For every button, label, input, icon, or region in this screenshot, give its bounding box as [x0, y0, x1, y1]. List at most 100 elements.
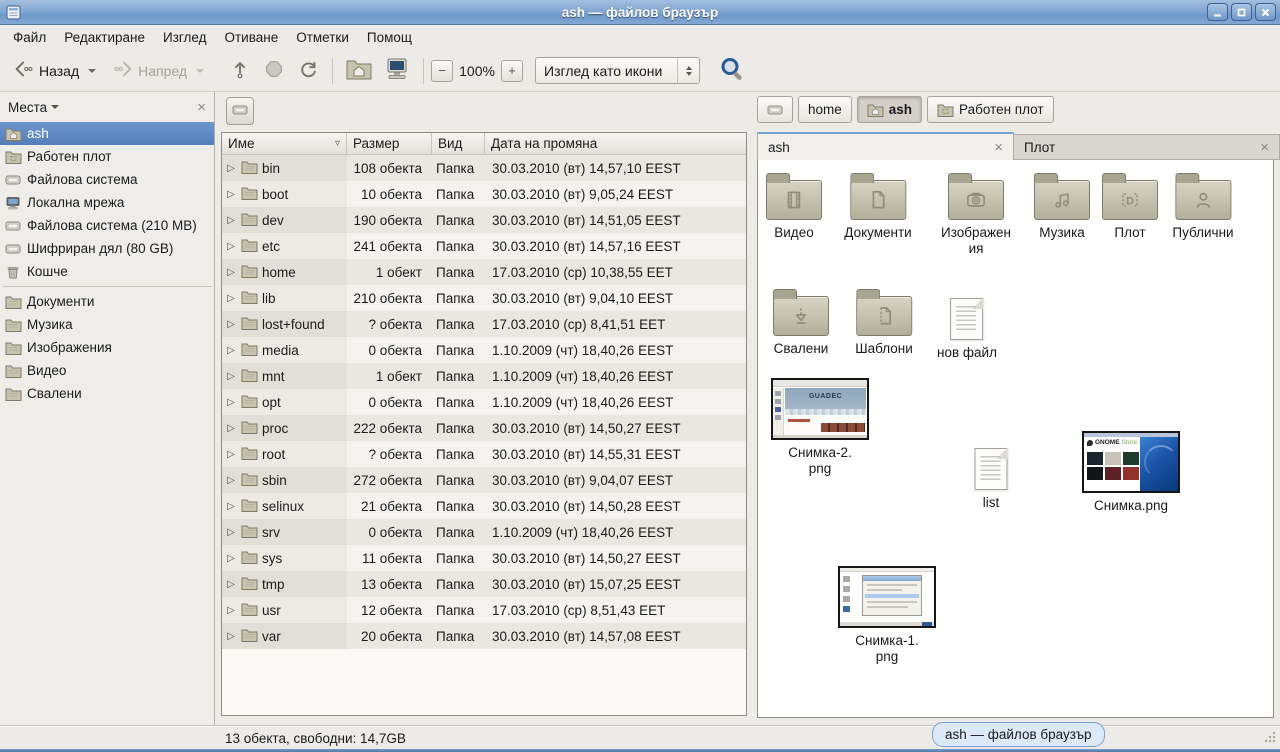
expander-icon[interactable]: ▷ [225, 293, 237, 304]
expander-icon[interactable]: ▷ [225, 189, 237, 200]
icon-item-music[interactable]: Музика [1034, 172, 1090, 241]
expander-icon[interactable]: ▷ [225, 527, 237, 538]
icon-item-new-file[interactable]: нов файл [937, 292, 997, 361]
tree-row-home[interactable]: ▷home1 обектПапка17.03.2010 (ср) 10,38,5… [222, 259, 746, 285]
sidebar-selector-arrow-icon[interactable] [51, 105, 59, 109]
expander-icon[interactable]: ▷ [225, 475, 237, 486]
tab-plot[interactable]: Плот × [1014, 134, 1280, 160]
expander-icon[interactable]: ▷ [225, 553, 237, 564]
tree-row-mnt[interactable]: ▷mnt1 обектПапка1.10.2009 (чт) 18,40,26 … [222, 363, 746, 389]
expander-icon[interactable]: ▷ [225, 345, 237, 356]
tab-ash[interactable]: ash × [757, 132, 1014, 160]
home-button[interactable] [340, 54, 378, 87]
expander-icon[interactable]: ▷ [225, 423, 237, 434]
column-header-type[interactable]: Вид [432, 133, 485, 155]
sidebar-item-documents[interactable]: Документи [0, 290, 214, 313]
icon-item-video[interactable]: Видео [766, 172, 822, 241]
path-button-desktop[interactable]: Работен плот [927, 96, 1054, 123]
tree-row-var[interactable]: ▷var20 обектаПапка30.03.2010 (вт) 14,57,… [222, 623, 746, 649]
icon-item-pictures[interactable]: Изображения [941, 172, 1011, 257]
tree-row-dev[interactable]: ▷dev190 обектаПапка30.03.2010 (вт) 14,51… [222, 207, 746, 233]
tree-row-sbin[interactable]: ▷sbin272 обектаПапка30.03.2010 (вт) 9,04… [222, 467, 746, 493]
expander-icon[interactable]: ▷ [225, 319, 237, 330]
path-button-ash[interactable]: ash [857, 96, 922, 123]
icon-item-public[interactable]: Публични [1172, 172, 1233, 241]
tree-row-boot[interactable]: ▷boot10 обектаПапка30.03.2010 (вт) 9,05,… [222, 181, 746, 207]
pane-location-button[interactable] [226, 97, 254, 125]
reload-button[interactable] [291, 54, 325, 87]
sidebar-item-encrypted-80[interactable]: Шифриран дял (80 GB) [0, 237, 214, 260]
forward-button[interactable]: Напред [107, 54, 209, 87]
expander-icon[interactable]: ▷ [225, 163, 237, 174]
stop-button[interactable] [257, 54, 291, 87]
expander-icon[interactable]: ▷ [225, 397, 237, 408]
icon-item-documents[interactable]: Документи [844, 172, 911, 241]
icon-item-snimka[interactable]: GNOMEStoreСнимка.png [1082, 431, 1180, 514]
tree-row-sys[interactable]: ▷sys11 обектаПапка30.03.2010 (вт) 14,50,… [222, 545, 746, 571]
expander-icon[interactable]: ▷ [225, 605, 237, 616]
icon-item-downloads[interactable]: Свалени [773, 288, 829, 357]
search-button[interactable] [712, 53, 752, 88]
sidebar-item-pictures[interactable]: Изображения [0, 336, 214, 359]
expander-icon[interactable]: ▷ [225, 371, 237, 382]
tab-close-icon[interactable]: × [994, 140, 1003, 155]
tree-row-usr[interactable]: ▷usr12 обектаПапка17.03.2010 (ср) 8,51,4… [222, 597, 746, 623]
tab-close-icon[interactable]: × [1260, 140, 1269, 155]
menu-view[interactable]: Изглед [154, 27, 216, 48]
close-button[interactable] [1255, 3, 1276, 21]
computer-button[interactable] [378, 53, 416, 88]
resize-grip[interactable] [1263, 730, 1277, 747]
menu-go[interactable]: Отиване [215, 27, 287, 48]
tree-row-lib[interactable]: ▷lib210 обектаПапка30.03.2010 (вт) 9,04,… [222, 285, 746, 311]
sidebar-title[interactable]: Места [8, 100, 47, 115]
tree-row-tmp[interactable]: ▷tmp13 обектаПапка30.03.2010 (вт) 15,07,… [222, 571, 746, 597]
tree-row-media[interactable]: ▷media0 обектаПапка1.10.2009 (чт) 18,40,… [222, 337, 746, 363]
expander-icon[interactable]: ▷ [225, 267, 237, 278]
expander-icon[interactable]: ▷ [225, 241, 237, 252]
view-mode-select[interactable]: Изглед като икони [535, 57, 700, 84]
tree-row-bin[interactable]: ▷bin108 обектаПапка30.03.2010 (вт) 14,57… [222, 155, 746, 181]
column-header-date[interactable]: Дата на промяна [485, 133, 746, 155]
tree-row-selinux[interactable]: ▷selinux21 обектаПапка30.03.2010 (вт) 14… [222, 493, 746, 519]
icon-item-snimka-1[interactable]: Снимка-1.png [838, 566, 936, 665]
tree-row-srv[interactable]: ▷srv0 обектаПапка1.10.2009 (чт) 18,40,26… [222, 519, 746, 545]
maximize-button[interactable] [1231, 3, 1252, 21]
zoom-out-button[interactable]: − [431, 60, 453, 82]
expander-icon[interactable]: ▷ [225, 631, 237, 642]
menu-help[interactable]: Помощ [358, 27, 421, 48]
menu-bookmarks[interactable]: Отметки [287, 27, 358, 48]
up-button[interactable] [223, 53, 257, 88]
back-button[interactable]: Назад [8, 54, 101, 87]
tree-row-lost+found[interactable]: ▷lost+found? обектаПапка17.03.2010 (ср) … [222, 311, 746, 337]
icon-item-templates[interactable]: Шаблони [855, 288, 913, 357]
sidebar-item-music[interactable]: Музика [0, 313, 214, 336]
zoom-in-button[interactable]: + [501, 60, 523, 82]
path-button-home[interactable]: home [798, 96, 852, 123]
tree-row-root[interactable]: ▷root? обектаПапка30.03.2010 (вт) 14,55,… [222, 441, 746, 467]
sidebar-item-network[interactable]: Локална мрежа [0, 191, 214, 214]
minimize-button[interactable] [1207, 3, 1228, 21]
sidebar-close-icon[interactable]: × [197, 100, 206, 115]
path-button-root[interactable] [757, 96, 793, 123]
icon-item-list[interactable]: list [975, 442, 1008, 511]
sidebar-item-trash[interactable]: Кошче [0, 260, 214, 283]
column-header-size[interactable]: Размер [347, 133, 432, 155]
expander-icon[interactable]: ▷ [225, 501, 237, 512]
icon-item-desktop[interactable]: DПлот [1102, 172, 1158, 241]
expander-icon[interactable]: ▷ [225, 579, 237, 590]
sidebar-item-video[interactable]: Видео [0, 359, 214, 382]
menu-file[interactable]: Файл [4, 27, 55, 48]
expander-icon[interactable]: ▷ [225, 215, 237, 226]
column-header-name[interactable]: Име▿ [222, 133, 347, 155]
sidebar-item-filesystem-210[interactable]: Файлова система (210 MB) [0, 214, 214, 237]
tree-row-etc[interactable]: ▷etc241 обектаПапка30.03.2010 (вт) 14,57… [222, 233, 746, 259]
tree-row-opt[interactable]: ▷opt0 обектаПапка1.10.2009 (чт) 18,40,26… [222, 389, 746, 415]
sidebar-item-filesystem[interactable]: Файлова система [0, 168, 214, 191]
icon-item-snimka-2[interactable]: GUADECСнимка-2.png [771, 378, 869, 477]
menu-edit[interactable]: Редактиране [55, 27, 154, 48]
back-history-arrow-icon[interactable] [88, 69, 96, 73]
expander-icon[interactable]: ▷ [225, 449, 237, 460]
sidebar-item-desktop[interactable]: Работен плот [0, 145, 214, 168]
sidebar-item-downloads[interactable]: Свалени [0, 382, 214, 405]
sidebar-item-home[interactable]: ash [0, 122, 214, 145]
